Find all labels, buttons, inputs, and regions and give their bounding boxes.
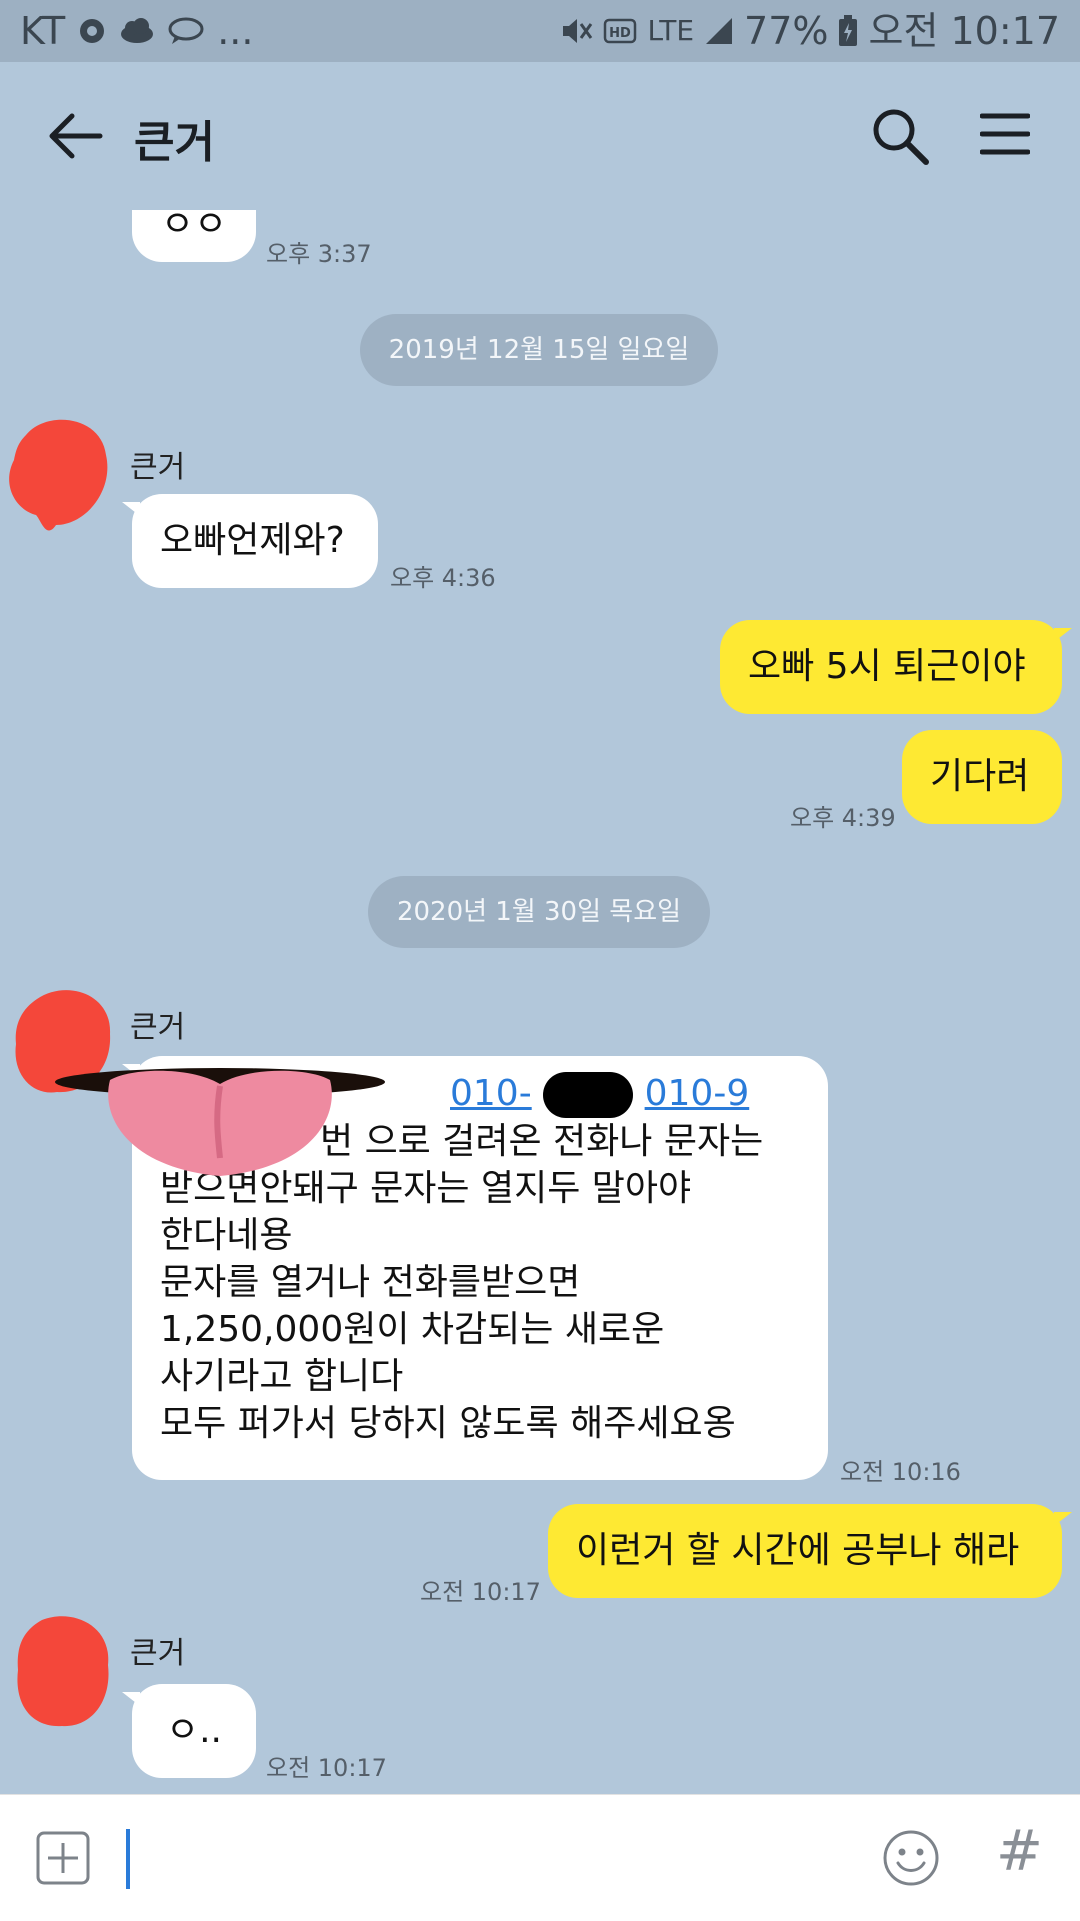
message-text: 기다려 bbox=[930, 756, 1030, 797]
clock: 오전 10:17 bbox=[868, 9, 1060, 53]
message-text: 오빠언제와? bbox=[160, 520, 345, 561]
search-icon[interactable] bbox=[870, 106, 930, 166]
emoji-icon[interactable] bbox=[882, 1829, 940, 1887]
status-bar: KT ... HD LTE 77% 오전 10:17 bbox=[0, 0, 1080, 62]
avatar[interactable] bbox=[6, 415, 116, 535]
message-bubble-received[interactable]: 오빠언제와? bbox=[122, 494, 378, 588]
message-time: 오전 10:16 bbox=[840, 1458, 961, 1486]
lte-label: LTE bbox=[647, 14, 695, 47]
date-divider: 2020년 1월 30일 목요일 bbox=[368, 876, 710, 948]
message-line: 모두 퍼가서 당하지 않도록 해주세요옹 bbox=[160, 1403, 736, 1444]
message-bubble-sent[interactable]: 이런거 할 시간에 공부나 해라 bbox=[548, 1504, 1072, 1598]
lips-sticker bbox=[55, 1068, 385, 1176]
avatar[interactable] bbox=[12, 1610, 122, 1730]
battery-icon bbox=[839, 15, 858, 46]
redaction-mark bbox=[543, 1072, 634, 1118]
message-input-bar: # bbox=[0, 1794, 1080, 1921]
message-text: 오빠 5시 퇴근이야 bbox=[748, 646, 1026, 687]
chat-area[interactable]: ㅇㅇ 오후 3:37 2019년 12월 15일 일요일 큰거 오빠언제와? 오… bbox=[0, 210, 1080, 1794]
mute-icon bbox=[563, 19, 593, 43]
phone-link[interactable]: 010- bbox=[450, 1073, 532, 1114]
date-divider: 2019년 12월 15일 일요일 bbox=[360, 314, 718, 386]
settings-dot-icon bbox=[80, 19, 105, 43]
battery-percent: 77% bbox=[744, 9, 829, 53]
message-bubble-sent[interactable]: 기다려 bbox=[902, 730, 1062, 824]
message-time: 오후 4:36 bbox=[390, 564, 496, 592]
chat-title: 큰거 bbox=[134, 117, 215, 168]
hashtag-search-icon[interactable]: # bbox=[996, 1819, 1043, 1884]
carrier-label: KT bbox=[20, 9, 66, 53]
cloud-icon bbox=[121, 18, 154, 43]
message-line: 한다네용 bbox=[160, 1215, 293, 1256]
message-time: 오후 4:39 bbox=[790, 804, 896, 832]
message-line: 문자를 열거나 전화를받으면 bbox=[160, 1262, 581, 1303]
message-time: 오전 10:17 bbox=[266, 1754, 387, 1782]
more-notifications: ... bbox=[217, 9, 254, 53]
sender-name: 큰거 bbox=[130, 1010, 186, 1045]
back-arrow-icon[interactable] bbox=[44, 110, 104, 162]
text-input[interactable] bbox=[126, 1829, 130, 1889]
phone-link[interactable]: 010-9 bbox=[645, 1073, 750, 1114]
signal-icon bbox=[706, 18, 733, 44]
menu-icon[interactable] bbox=[980, 112, 1030, 156]
message-bubble-sent[interactable]: 오빠 5시 퇴근이야 bbox=[720, 620, 1072, 714]
sender-name: 큰거 bbox=[130, 1636, 186, 1671]
message-bubble-received[interactable]: ㅇ.. bbox=[122, 1684, 256, 1778]
message-text: ㅇ.. bbox=[165, 1710, 222, 1751]
svg-text:HD: HD bbox=[610, 26, 632, 41]
message-text: 이런거 할 시간에 공부나 해라 bbox=[576, 1530, 1020, 1571]
message-line: 사기라고 합니다 bbox=[160, 1356, 404, 1397]
chat-header: 큰거 bbox=[0, 62, 1080, 210]
message-time: 오후 3:37 bbox=[266, 240, 372, 268]
chat-bubble-icon bbox=[168, 17, 204, 44]
hd-icon: HD bbox=[604, 18, 637, 44]
message-bubble-received[interactable]: ㅇㅇ bbox=[132, 210, 256, 262]
add-attachment-icon[interactable] bbox=[36, 1831, 90, 1885]
message-line: 1,250,000원이 차감되는 새로운 bbox=[160, 1309, 665, 1350]
message-time: 오전 10:17 bbox=[420, 1578, 541, 1606]
message-text: ㅇㅇ bbox=[160, 210, 228, 245]
sender-name: 큰거 bbox=[130, 450, 186, 485]
